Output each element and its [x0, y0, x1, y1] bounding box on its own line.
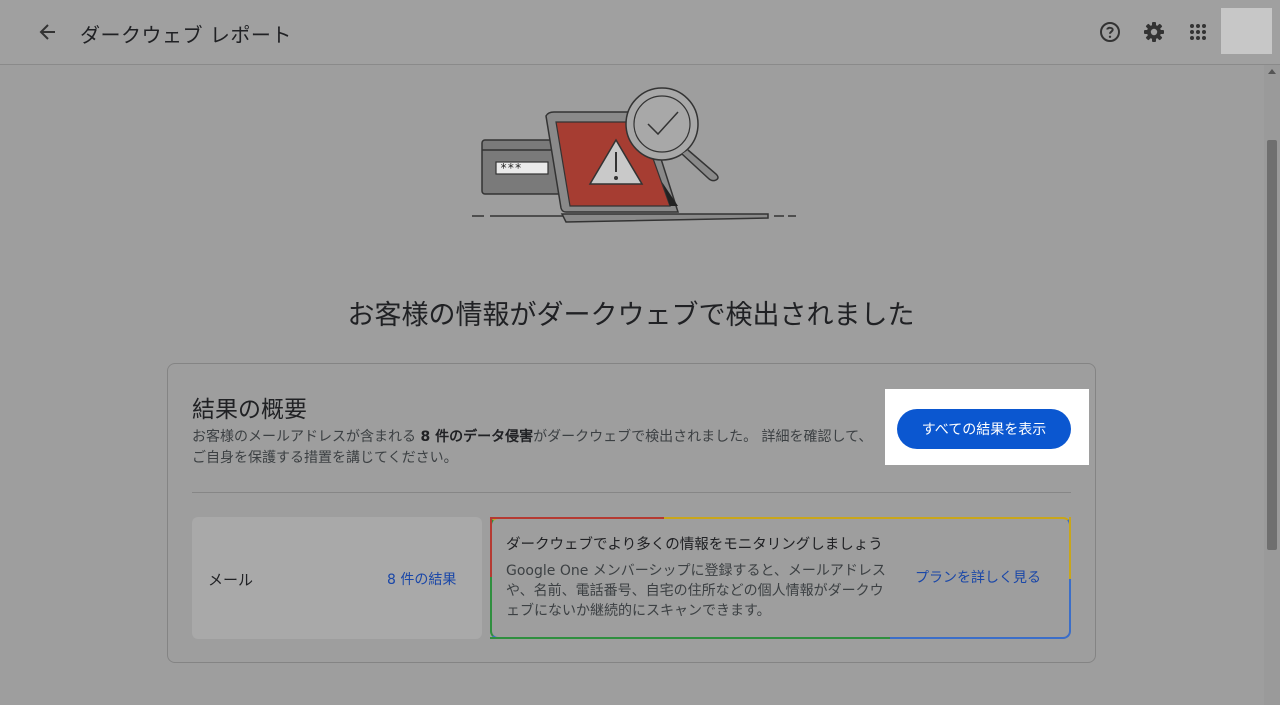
email-result-tile[interactable]: メール 8 件の結果 — [192, 517, 482, 639]
promo-title: ダークウェブでより多くの情報をモニタリングしましょう — [506, 537, 883, 553]
settings-gear-icon — [1144, 22, 1164, 42]
monitoring-promo-card: ダークウェブでより多くの情報をモニタリングしましょう Google One メン… — [490, 517, 1071, 639]
page-title: ダークウェブ レポート — [80, 23, 292, 47]
apps-button[interactable] — [1184, 18, 1212, 46]
divider — [192, 492, 1071, 493]
summary-card: 結果の概要 お客様のメールアドレスが含まれる 8 件のデータ侵害がダークウェブで… — [167, 363, 1096, 663]
breach-count: 8 件のデータ侵害 — [420, 429, 534, 445]
summary-title: 結果の概要 — [192, 397, 307, 423]
scroll-up-arrow-icon[interactable] — [1268, 69, 1276, 74]
promo-border-red-left — [490, 517, 492, 577]
settings-button[interactable] — [1140, 18, 1168, 46]
promo-border-red — [490, 517, 664, 519]
account-avatar[interactable] — [1221, 8, 1272, 54]
password-mask: *** — [500, 161, 522, 175]
promo-border-yellow — [1069, 517, 1071, 579]
back-button[interactable] — [34, 18, 62, 46]
page-headline: お客様の情報がダークウェブで検出されました — [347, 300, 915, 331]
learn-more-plans-link[interactable]: プランを詳しく見る — [915, 567, 1041, 587]
promo-body: Google One メンバーシップに登録すると、メールアドレスや、名前、電話番… — [506, 563, 886, 619]
summary-desc-pre: お客様のメールアドレスが含まれる — [192, 429, 416, 445]
summary-description: お客様のメールアドレスが含まれる 8 件のデータ侵害がダークウェブで検出されまし… — [192, 427, 882, 469]
help-icon — [1100, 22, 1120, 42]
view-all-results-button[interactable]: すべての結果を表示 — [897, 409, 1071, 449]
dark-web-illustration: *** — [472, 87, 796, 223]
highlight-box: すべての結果を表示 — [885, 389, 1089, 465]
apps-grid-icon — [1190, 24, 1206, 40]
promo-border-green — [490, 637, 890, 639]
email-results-link[interactable]: 8 件の結果 — [387, 569, 456, 589]
top-app-bar: ダークウェブ レポート — [0, 0, 1280, 65]
help-button[interactable] — [1096, 18, 1124, 46]
back-arrow-icon — [39, 24, 55, 40]
vertical-scrollbar[interactable] — [1264, 65, 1280, 705]
email-label: メール — [208, 571, 254, 589]
scroll-thumb[interactable] — [1267, 140, 1277, 550]
